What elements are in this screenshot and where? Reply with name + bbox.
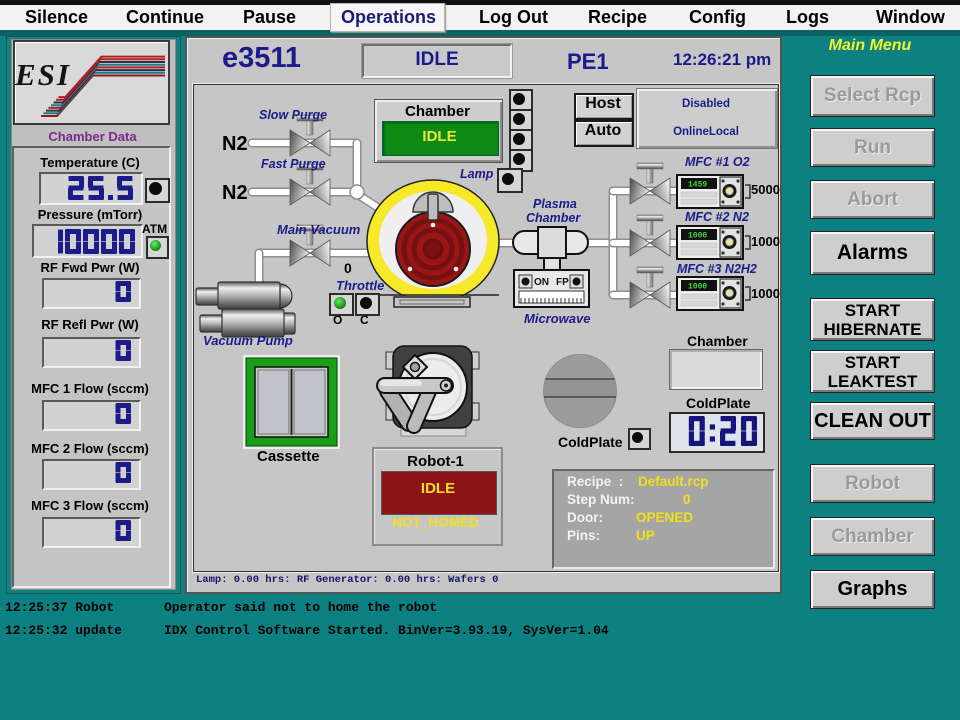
svg-text:ON: ON (534, 277, 549, 288)
svg-text:1000: 1000 (688, 283, 707, 292)
svg-text:1459: 1459 (688, 181, 707, 190)
svg-text:1000: 1000 (688, 232, 707, 241)
svg-text:FP: FP (556, 277, 569, 288)
